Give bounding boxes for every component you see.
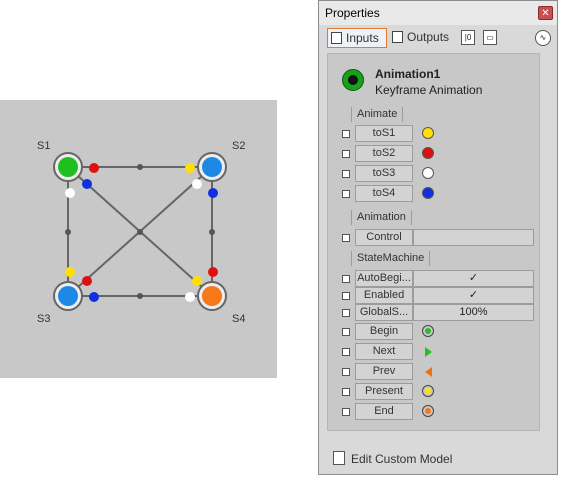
input-row-tos2: toS2 [328, 145, 539, 163]
tab-inputs-label: Inputs [346, 31, 379, 45]
row-checkbox[interactable] [342, 348, 350, 356]
input-label: Present [355, 383, 413, 400]
row-checkbox[interactable] [342, 309, 350, 317]
edge-midpoint [137, 164, 143, 170]
input-label: Prev [355, 363, 413, 380]
input-label: Begin [355, 323, 413, 340]
row-checkbox[interactable] [342, 150, 350, 158]
input-label: toS4 [355, 185, 413, 202]
orange-ring-icon[interactable] [422, 405, 434, 417]
properties-window: Properties ✕ Inputs Outputs |0 ▭ ∿ Anima… [318, 0, 558, 475]
blue-dot-icon[interactable] [422, 187, 434, 199]
close-icon[interactable]: ✕ [538, 6, 553, 20]
input-row-end: End [328, 403, 539, 421]
input-row-globalspeed: GlobalS... 100% [328, 304, 539, 322]
autobegin-value[interactable]: ✓ [413, 270, 534, 287]
node-s3 [53, 281, 83, 311]
edge-midpoint [209, 229, 215, 235]
globalspeed-value[interactable]: 100% [413, 304, 534, 321]
edit-custom-model-button[interactable]: Edit Custom Model [333, 451, 452, 466]
enabled-value[interactable]: ✓ [413, 287, 534, 304]
input-label: Control [355, 229, 413, 246]
row-checkbox[interactable] [342, 292, 350, 300]
edit-icon [333, 451, 345, 465]
tab-inputs[interactable]: Inputs [327, 28, 387, 48]
input-label: GlobalS... [355, 304, 413, 321]
row-checkbox[interactable] [342, 130, 350, 138]
tab-outputs-label: Outputs [407, 30, 450, 44]
node-label-s3: S3 [37, 313, 51, 325]
input-label: toS3 [355, 165, 413, 182]
row-checkbox[interactable] [342, 408, 350, 416]
input-row-begin: Begin [328, 323, 539, 341]
tab-outputs[interactable]: Outputs [389, 28, 455, 48]
row-checkbox[interactable] [342, 170, 350, 178]
row-checkbox[interactable] [342, 234, 350, 242]
section-statemachine: StateMachine [351, 251, 431, 266]
properties-titlebar[interactable]: Properties ✕ [319, 1, 557, 25]
input-row-tos1: toS1 [328, 125, 539, 143]
node-label-s2: S2 [232, 140, 246, 152]
control-value[interactable] [413, 229, 534, 246]
green-ring-icon[interactable] [422, 325, 434, 337]
row-checkbox[interactable] [342, 368, 350, 376]
arrow-right-icon[interactable] [425, 347, 432, 357]
input-label: toS2 [355, 145, 413, 162]
input-row-prev: Prev [328, 363, 539, 381]
input-label: End [355, 403, 413, 420]
input-label: Next [355, 343, 413, 360]
row-checkbox[interactable] [342, 328, 350, 336]
edge-midpoint [137, 293, 143, 299]
node-label-s1: S1 [37, 140, 51, 152]
input-row-next: Next [328, 343, 539, 361]
model-type: Keyframe Animation [375, 83, 483, 97]
input-row-autobegin: AutoBegi... ✓ [328, 270, 539, 288]
model-icon [342, 69, 364, 91]
outputs-icon [392, 31, 403, 43]
input-row-control: Control [328, 229, 539, 247]
input-label: Enabled [355, 287, 413, 304]
layout-icon[interactable]: ▭ [483, 30, 497, 45]
yellow-ring-icon[interactable] [422, 385, 434, 397]
yellow-dot-icon[interactable] [422, 127, 434, 139]
state-canvas[interactable]: S1 S2 S3 S4 [0, 100, 277, 378]
input-label: AutoBegi... [355, 270, 413, 287]
node-s4 [197, 281, 227, 311]
section-animation: Animation [351, 210, 412, 225]
inputs-panel: Animation1 Keyframe Animation Animate to… [327, 53, 540, 431]
model-name: Animation1 [375, 67, 441, 81]
row-checkbox[interactable] [342, 388, 350, 396]
io-toggle-icon[interactable]: |0 [461, 30, 475, 45]
input-row-enabled: Enabled ✓ [328, 287, 539, 305]
white-dot-icon[interactable] [422, 167, 434, 179]
window-title: Properties [325, 6, 380, 20]
section-animate: Animate [351, 107, 404, 122]
node-label-s4: S4 [232, 313, 246, 325]
input-row-tos4: toS4 [328, 185, 539, 203]
input-row-tos3: toS3 [328, 165, 539, 183]
input-row-present: Present [328, 383, 539, 401]
row-checkbox[interactable] [342, 190, 350, 198]
waveform-icon[interactable]: ∿ [535, 30, 551, 46]
edge-midpoint [137, 229, 143, 235]
edit-custom-model-label: Edit Custom Model [351, 452, 453, 466]
row-checkbox[interactable] [342, 275, 350, 283]
inputs-icon [331, 32, 342, 44]
edge-midpoint [65, 229, 71, 235]
node-s2 [197, 152, 227, 182]
input-label: toS1 [355, 125, 413, 142]
node-s1 [53, 152, 83, 182]
arrow-left-icon[interactable] [425, 367, 432, 377]
red-dot-icon[interactable] [422, 147, 434, 159]
